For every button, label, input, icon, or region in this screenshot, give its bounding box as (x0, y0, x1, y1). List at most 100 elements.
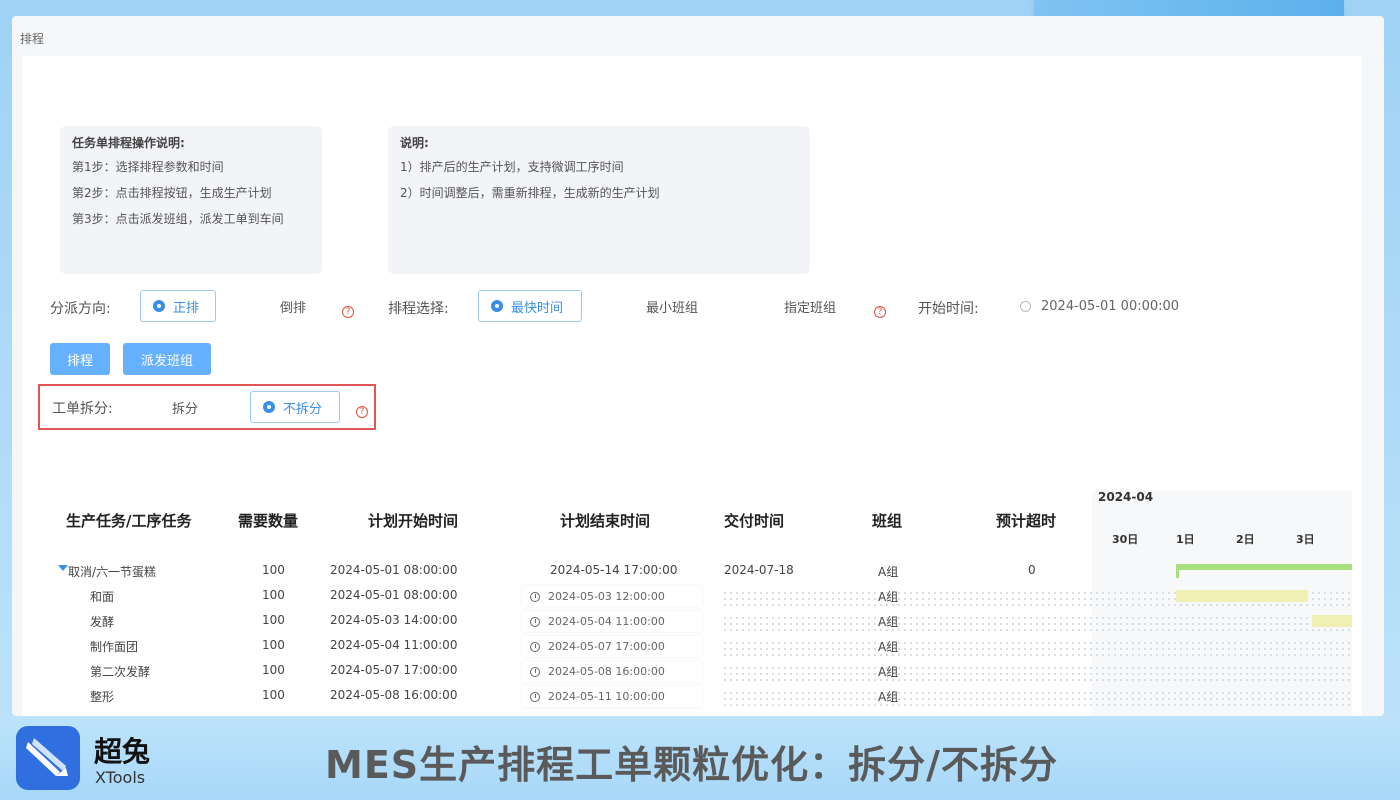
clock-icon (1020, 301, 1031, 312)
radio-label: 不拆分 (283, 401, 323, 417)
direction-radio-forward[interactable]: 正排 (140, 290, 216, 322)
op-name[interactable]: 制作面团 (90, 638, 138, 655)
col-header-qty: 需要数量 (238, 512, 299, 530)
op-start: 2024-05-07 17:00:00 (330, 663, 458, 677)
op-end-picker[interactable]: 2024-05-11 10:00:00 (522, 686, 702, 707)
gantt-day: 30日 (1112, 533, 1139, 546)
start-time-picker[interactable]: 2024-05-01 00:00:00 (1020, 299, 1179, 314)
op-team: A组 (878, 590, 899, 604)
op-qty: 100 (262, 663, 285, 677)
start-time-label: 开始时间: (918, 301, 979, 317)
task-overtime: 0 (1028, 563, 1036, 577)
explanation-title: 说明: (400, 136, 429, 150)
col-header-overtime: 预计超时 (996, 512, 1057, 530)
direction-label: 分派方向: (50, 301, 111, 317)
logo-text-cn: 超兔 (94, 735, 151, 768)
op-end-value: 2024-05-07 17:00:00 (548, 640, 665, 653)
dispatch-team-button[interactable]: 派发班组 (123, 343, 211, 375)
schedule-radio-fastest[interactable]: 最快时间 (478, 290, 582, 322)
explanation-note: 说明: 1）排产后的生产计划，支持微调工序时间 2）时间调整后，需重新排程，生成… (388, 126, 810, 274)
op-name[interactable]: 和面 (90, 588, 114, 605)
gantt-grid-row (722, 615, 1352, 635)
op-qty: 100 (262, 588, 285, 602)
task-name[interactable]: 取消/六一节蛋糕 (68, 563, 156, 580)
op-end-picker[interactable]: 2024-05-04 11:00:00 (522, 611, 702, 632)
task-end: 2024-05-14 17:00:00 (550, 563, 678, 577)
op-end-picker[interactable]: 2024-05-07 17:00:00 (522, 636, 702, 657)
task-delivery: 2024-07-18 (724, 563, 794, 577)
col-header-delivery: 交付时间 (724, 512, 785, 530)
gantt-grid-row (722, 640, 1352, 660)
bottom-banner: 超兔 XTools MES生产排程工单颗粒优化：拆分/不拆分 (0, 716, 1400, 800)
op-qty: 100 (262, 613, 285, 627)
op-name[interactable]: 发酵 (90, 613, 114, 630)
app-frame: 排程 任务单排程操作说明: 第1步：选择排程参数和时间 第2步：点击排程按钮，生… (12, 16, 1384, 716)
op-end-picker[interactable]: 2024-05-03 12:00:00 (522, 586, 702, 607)
op-team: A组 (878, 640, 899, 654)
gantt-grid-row (722, 665, 1352, 685)
instruction-step: 第1步：选择排程参数和时间 (72, 160, 224, 174)
op-start: 2024-05-08 16:00:00 (330, 688, 458, 702)
radio-label: 最小班组 (646, 300, 699, 316)
explanation-item: 2）时间调整后，需重新排程，生成新的生产计划 (400, 186, 660, 200)
direction-radio-backward[interactable]: 倒排 (280, 290, 306, 322)
radio-label: 最快时间 (511, 300, 564, 316)
gantt-bar-task[interactable] (1312, 615, 1352, 627)
op-start: 2024-05-01 08:00:00 (330, 588, 458, 602)
xtools-logo-icon (16, 726, 80, 790)
schedule-radio-min-team[interactable]: 最小班组 (646, 290, 698, 322)
task-qty: 100 (262, 563, 285, 577)
split-radio-split[interactable]: 拆分 (172, 391, 198, 423)
col-header-end: 计划结束时间 (560, 512, 651, 530)
clock-icon (530, 641, 540, 652)
radio-label: 倒排 (280, 300, 307, 316)
split-radio-no-split[interactable]: 不拆分 (250, 391, 340, 423)
radio-label: 拆分 (172, 401, 199, 417)
schedule-button[interactable]: 排程 (50, 343, 110, 375)
col-header-start: 计划开始时间 (368, 512, 459, 530)
op-name[interactable]: 第二次发酵 (90, 663, 150, 680)
schedule-label: 排程选择: (388, 301, 449, 317)
op-end-value: 2024-05-04 11:00:00 (548, 615, 665, 628)
instructions-title: 任务单排程操作说明: (72, 136, 185, 150)
op-end-value: 2024-05-11 10:00:00 (548, 690, 665, 703)
expand-caret-icon[interactable] (58, 565, 68, 571)
op-end-picker[interactable]: 2024-05-08 16:00:00 (522, 661, 702, 682)
split-highlight-box: 工单拆分: 拆分 不拆分 ? (38, 384, 376, 430)
task-team: A组 (878, 565, 899, 579)
split-label: 工单拆分: (52, 401, 113, 417)
radio-label: 指定班组 (784, 300, 837, 316)
clock-icon (530, 616, 540, 627)
help-icon[interactable]: ? (356, 406, 368, 418)
start-time-value: 2024-05-01 00:00:00 (1041, 299, 1180, 314)
op-team: A组 (878, 665, 899, 679)
radio-dot-icon (491, 300, 503, 312)
op-end-value: 2024-05-08 16:00:00 (548, 665, 665, 678)
instruction-step: 第3步：点击派发班组，派发工单到车间 (72, 212, 284, 226)
gantt-bar-task[interactable] (1176, 590, 1308, 602)
clock-icon (530, 591, 540, 602)
op-start: 2024-05-03 14:00:00 (330, 613, 458, 627)
breadcrumb[interactable]: 排程 (20, 30, 44, 47)
op-name[interactable]: 整形 (90, 688, 114, 705)
schedule-radio-specified-team[interactable]: 指定班组 (784, 290, 836, 322)
op-team: A组 (878, 690, 899, 704)
op-start: 2024-05-04 11:00:00 (330, 638, 458, 652)
clock-icon (530, 691, 540, 702)
gantt-grid-row (722, 690, 1352, 710)
help-icon[interactable]: ? (874, 306, 886, 318)
gantt-day: 3日 (1296, 533, 1315, 546)
explanation-item: 1）排产后的生产计划，支持微调工序时间 (400, 160, 624, 174)
main-panel: 任务单排程操作说明: 第1步：选择排程参数和时间 第2步：点击排程按钮，生成生产… (22, 56, 1362, 716)
help-icon[interactable]: ? (342, 306, 354, 318)
clock-icon (530, 666, 540, 677)
instructions-note: 任务单排程操作说明: 第1步：选择排程参数和时间 第2步：点击排程按钮，生成生产… (60, 126, 322, 274)
gantt-day: 1日 (1176, 533, 1195, 546)
radio-dot-icon (263, 401, 275, 413)
radio-label: 正排 (173, 300, 200, 316)
gantt-day: 2日 (1236, 533, 1255, 546)
banner-title: MES生产排程工单颗粒优化：拆分/不拆分 (325, 743, 1059, 787)
gantt-bar-parent[interactable] (1176, 564, 1352, 570)
gantt-bar-parent-start (1176, 564, 1179, 578)
op-qty: 100 (262, 638, 285, 652)
